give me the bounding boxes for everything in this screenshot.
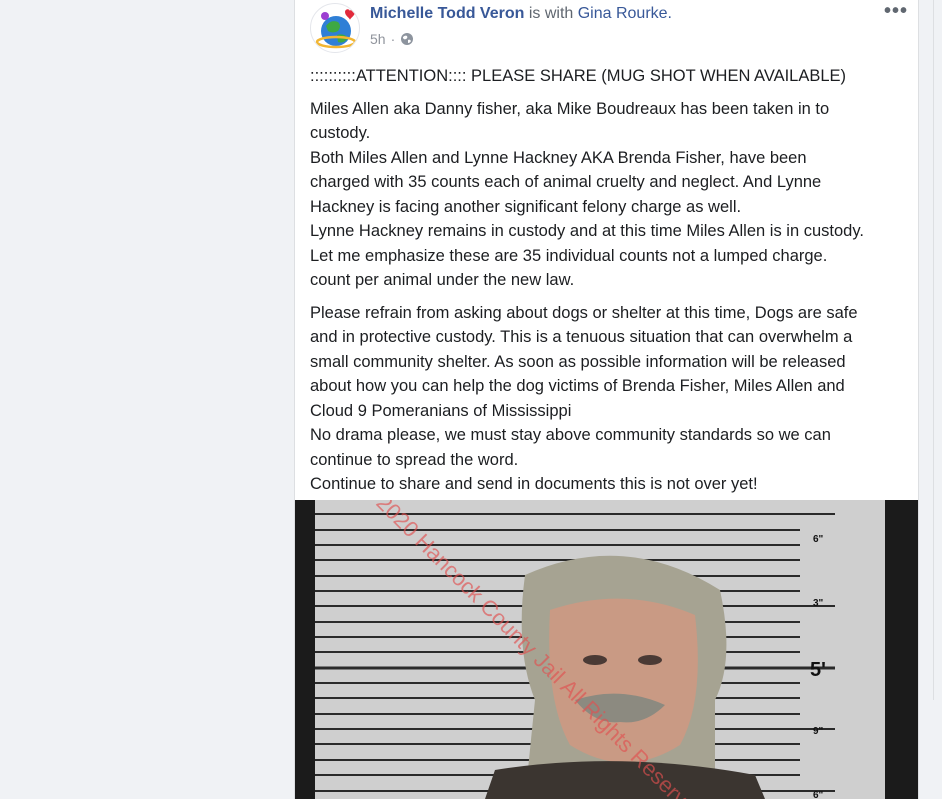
author-name-link[interactable]: Michelle Todd Veron [370, 5, 524, 22]
left-sidebar-blank [0, 0, 292, 799]
post-paragraph-3: Please refrain from asking about dogs or… [310, 303, 858, 494]
post-header: Michelle Todd Veron is with Gina Rourke. [370, 5, 672, 23]
height-mark-3: 5' [810, 659, 826, 681]
mugshot-photo[interactable]: 6" 3" 5' 9" 6" 2020 Hancock County Jail … [295, 500, 918, 799]
avatar-globe-icon [315, 9, 357, 49]
tagged-friend-link[interactable]: Gina Rourke. [578, 5, 672, 22]
news-feed-post: Michelle Todd Veron is with Gina Rourke.… [294, 0, 919, 799]
right-sidebar-blank [919, 0, 942, 799]
post-meta: 5h · [370, 31, 414, 47]
height-mark-1: 6" [813, 534, 824, 545]
post-paragraph-1: ::::::::::ATTENTION:::: PLEASE SHARE (MU… [310, 67, 847, 85]
right-divider [933, 0, 934, 700]
more-options-icon[interactable]: ••• [884, 0, 908, 23]
post-body: ::::::::::ATTENTION:::: PLEASE SHARE (MU… [310, 64, 910, 497]
height-mark-4: 9" [813, 726, 824, 737]
post-paragraph-2: Miles Allen aka Danny fisher, aka Mike B… [310, 99, 864, 290]
mugshot-image: 6" 3" 5' 9" 6" 2020 Hancock County Jail … [295, 500, 918, 799]
with-label: is with [524, 5, 578, 22]
height-mark-5: 6" [813, 790, 824, 799]
post-timestamp[interactable]: 5h [370, 31, 386, 47]
globe-privacy-icon[interactable] [400, 32, 414, 46]
author-avatar[interactable] [310, 3, 360, 53]
height-mark-2: 3" [813, 598, 824, 609]
